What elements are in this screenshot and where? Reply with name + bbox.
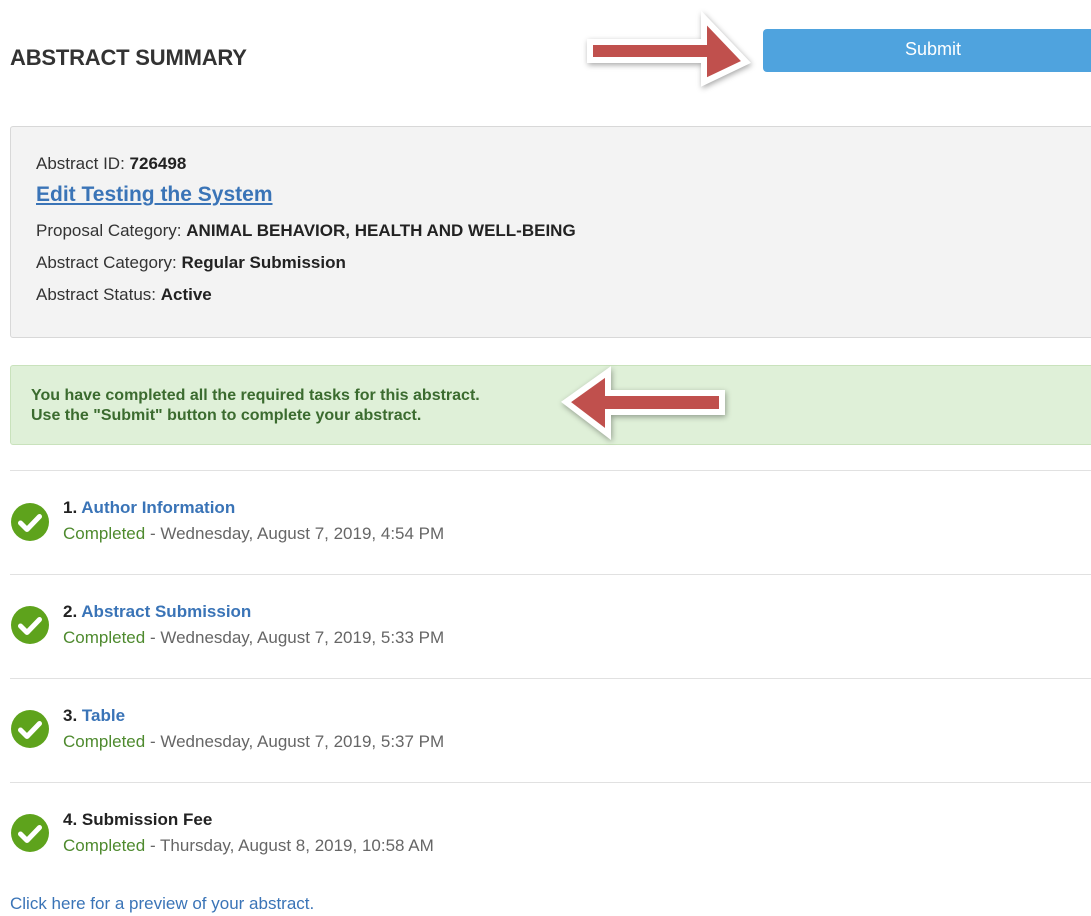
task-status: Completed bbox=[63, 628, 146, 647]
divider bbox=[10, 782, 1091, 783]
abstract-category-value: Regular Submission bbox=[181, 253, 346, 272]
task-date: - Wednesday, August 7, 2019, 5:33 PM bbox=[149, 628, 445, 647]
task-link-author-information[interactable]: Author Information bbox=[81, 498, 235, 517]
proposal-category-label: Proposal Category: bbox=[36, 221, 182, 240]
task-date: - Thursday, August 8, 2019, 10:58 AM bbox=[149, 836, 434, 855]
check-circle-icon bbox=[11, 710, 49, 748]
task-date: - Wednesday, August 7, 2019, 5:37 PM bbox=[149, 732, 445, 751]
task-status: Completed bbox=[63, 524, 146, 543]
check-circle-icon bbox=[11, 814, 49, 852]
abstract-id: Abstract ID: 726498 bbox=[36, 154, 186, 174]
abstract-category-label: Abstract Category: bbox=[36, 253, 177, 272]
check-circle-icon bbox=[11, 503, 49, 541]
divider bbox=[10, 574, 1091, 575]
task-link-abstract-submission[interactable]: Abstract Submission bbox=[81, 602, 251, 621]
divider bbox=[10, 470, 1091, 471]
proposal-category: Proposal Category: ANIMAL BEHAVIOR, HEAL… bbox=[36, 221, 576, 241]
proposal-category-value: ANIMAL BEHAVIOR, HEALTH AND WELL-BEING bbox=[186, 221, 576, 240]
preview-abstract-link[interactable]: Click here for a preview of your abstrac… bbox=[10, 894, 314, 914]
check-circle-icon bbox=[11, 606, 49, 644]
task-number: 2. bbox=[63, 602, 78, 621]
task-date: - Wednesday, August 7, 2019, 4:54 PM bbox=[149, 524, 445, 543]
task-number: 1. bbox=[63, 498, 78, 517]
success-alert: You have completed all the required task… bbox=[10, 365, 1091, 445]
task-title-submission-fee: Submission Fee bbox=[81, 810, 213, 829]
task-number: 3. bbox=[63, 706, 78, 725]
abstract-status-label: Abstract Status: bbox=[36, 285, 156, 304]
abstract-id-label: Abstract ID: bbox=[36, 154, 125, 173]
divider bbox=[10, 678, 1091, 679]
task-item-abstract-submission: 2. Abstract Submission Completed - Wedne… bbox=[10, 602, 1091, 675]
alert-line-1: You have completed all the required task… bbox=[31, 387, 480, 404]
callout-arrow-submit-icon bbox=[587, 10, 752, 87]
abstract-status-value: Active bbox=[160, 285, 212, 304]
abstract-category: Abstract Category: Regular Submission bbox=[36, 253, 346, 273]
task-item-author-information: 1. Author Information Completed - Wednes… bbox=[10, 498, 1091, 572]
task-status: Completed bbox=[63, 836, 146, 855]
submit-button[interactable]: Submit bbox=[763, 29, 1091, 72]
alert-line-2: Use the "Submit" button to complete your… bbox=[31, 407, 422, 424]
task-item-submission-fee: 4. Submission Fee Completed - Thursday, … bbox=[10, 810, 1091, 883]
task-status: Completed bbox=[63, 732, 146, 751]
abstract-id-value: 726498 bbox=[129, 154, 187, 173]
page-title: ABSTRACT SUMMARY bbox=[10, 45, 247, 70]
task-number: 4. bbox=[63, 810, 78, 829]
edit-abstract-link[interactable]: Edit Testing the System bbox=[36, 183, 273, 207]
abstract-info-panel: Abstract ID: 726498 Edit Testing the Sys… bbox=[10, 126, 1091, 338]
task-link-table[interactable]: Table bbox=[82, 706, 125, 725]
task-item-table: 3. Table Completed - Wednesday, August 7… bbox=[10, 706, 1091, 779]
abstract-status: Abstract Status: Active bbox=[36, 285, 212, 305]
